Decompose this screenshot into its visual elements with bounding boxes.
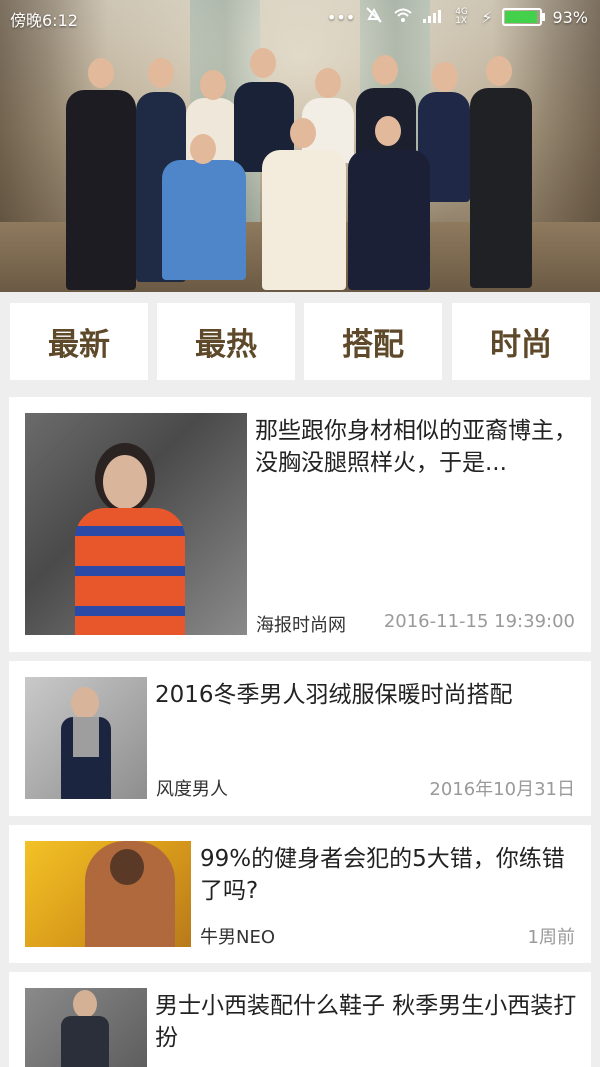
signal-icon bbox=[423, 8, 445, 27]
article-card-1[interactable]: 那些跟你身材相似的亚裔博主，没胸没腿照样火，于是... 海报时尚网 2016-1… bbox=[9, 397, 591, 652]
article-card-4[interactable]: 男士小西装配什么鞋子 秋季男生小西装打扮 bbox=[9, 972, 591, 1067]
article-thumbnail bbox=[25, 677, 147, 799]
hero-person-head bbox=[190, 134, 216, 164]
hero-person-head bbox=[486, 56, 512, 86]
battery-level bbox=[505, 11, 537, 23]
hero-person-head bbox=[290, 118, 316, 148]
hero-person-head bbox=[250, 48, 276, 78]
battery-percent: 93% bbox=[552, 7, 588, 27]
article-title: 男士小西装配什么鞋子 秋季男生小西装打扮 bbox=[155, 993, 577, 1051]
article-card-3[interactable]: 99%的健身者会犯的5大错，你练错了吗? 牛男NEO 1周前 bbox=[9, 825, 591, 963]
article-source: 海报时尚网 bbox=[256, 615, 346, 636]
hero-person-head bbox=[375, 116, 401, 146]
article-time: 2016年10月31日 bbox=[429, 779, 575, 800]
article-time: 2016-11-15 19:39:00 bbox=[383, 611, 575, 632]
article-title: 那些跟你身材相似的亚裔博主，没胸没腿照样火，于是... bbox=[255, 418, 577, 476]
article-source: 牛男NEO bbox=[200, 927, 276, 948]
tab-latest[interactable]: 最新 bbox=[10, 303, 148, 380]
article-time: 1周前 bbox=[527, 927, 575, 948]
status-bar: 傍晚6:12 ••• 4G 1X ⚡ 93% bbox=[0, 0, 600, 34]
status-time: 傍晚6:12 bbox=[10, 11, 78, 30]
wifi-icon bbox=[393, 7, 413, 27]
hero-person-head bbox=[148, 58, 174, 88]
article-card-2[interactable]: 2016冬季男人羽绒服保暖时尚搭配 风度男人 2016年10月31日 bbox=[9, 661, 591, 816]
hero-person bbox=[262, 150, 346, 290]
hero-person-head bbox=[432, 62, 458, 92]
hero-person-head bbox=[88, 58, 114, 88]
hero-banner-image[interactable] bbox=[0, 0, 600, 292]
article-thumbnail bbox=[25, 988, 147, 1067]
article-thumbnail bbox=[25, 413, 247, 635]
article-thumbnail bbox=[25, 841, 191, 947]
battery-icon bbox=[502, 8, 546, 26]
category-tabs: 最新 最热 搭配 时尚 bbox=[0, 292, 600, 395]
hero-person-head bbox=[200, 70, 226, 100]
hero-person bbox=[470, 88, 532, 288]
network-type-label: 4G 1X bbox=[455, 7, 468, 26]
hero-person bbox=[348, 150, 430, 290]
mute-icon bbox=[365, 6, 383, 28]
article-title: 2016冬季男人羽绒服保暖时尚搭配 bbox=[155, 682, 513, 708]
hero-person bbox=[66, 90, 136, 290]
tab-fashion[interactable]: 时尚 bbox=[452, 303, 590, 380]
status-icons: ••• 4G 1X ⚡ 93% bbox=[327, 6, 588, 28]
article-title: 99%的健身者会犯的5大错，你练错了吗? bbox=[200, 846, 565, 904]
tab-hot[interactable]: 最热 bbox=[157, 303, 295, 380]
hero-person-head bbox=[372, 55, 398, 85]
hero-person bbox=[162, 160, 246, 280]
article-source: 风度男人 bbox=[156, 779, 228, 800]
more-dots-icon: ••• bbox=[326, 7, 356, 27]
hero-person-head bbox=[315, 68, 341, 98]
charging-icon: ⚡ bbox=[481, 7, 493, 27]
tab-outfit[interactable]: 搭配 bbox=[304, 303, 442, 380]
